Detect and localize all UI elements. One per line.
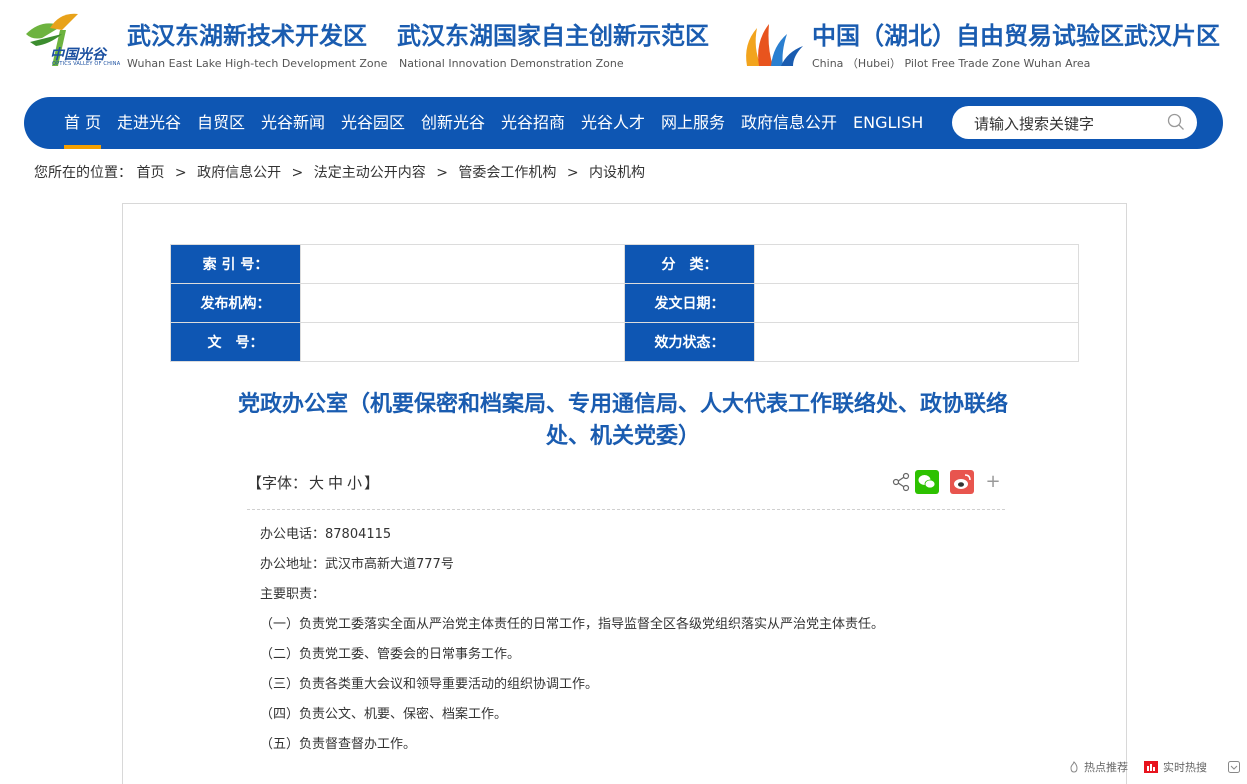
meta-value-index	[300, 244, 625, 284]
meta-row: 文 号： 效力状态：	[170, 322, 1079, 362]
divider	[247, 509, 1005, 510]
meta-label-status: 效力状态：	[624, 322, 755, 362]
weibo-share-icon[interactable]	[950, 470, 974, 494]
article-paragraph: 主要职责：	[260, 587, 326, 602]
meta-label-category: 分 类：	[624, 244, 755, 284]
article-paragraph: （二）负责党工委、管委会的日常事务工作。	[260, 647, 521, 662]
zone-name-en: National Innovation Demonstration Zone	[399, 57, 624, 70]
breadcrumb-link-internal[interactable]: 内设机构	[589, 165, 645, 181]
hot-recommend-icon	[1070, 761, 1078, 773]
nav-parks[interactable]: 光谷园区	[341, 97, 405, 149]
zone-innovation: 武汉东湖国家自主创新示范区 National Innovation Demons…	[397, 22, 709, 72]
nav-about[interactable]: 走进光谷	[117, 97, 181, 149]
font-medium-button[interactable]: 中	[328, 474, 343, 492]
breadcrumb: 您所在的位置： 首页 > 政府信息公开 > 法定主动公开内容 > 管委会工作机构…	[34, 162, 645, 182]
zone-name-en: Wuhan East Lake High-tech Development Zo…	[127, 57, 388, 70]
nav-talent[interactable]: 光谷人才	[581, 97, 645, 149]
search-icon[interactable]	[1167, 113, 1185, 131]
nav-investment[interactable]: 光谷招商	[501, 97, 565, 149]
breadcrumb-separator: >	[436, 165, 448, 181]
site-header: 中国光谷 OPTICS VALLEY OF CHINA 武汉东湖新技术开发区 W…	[0, 0, 1247, 92]
article-paragraph: （一）负责党工委落实全面从严治党主体责任的日常工作，指导监督全区各级党组织落实从…	[260, 617, 885, 632]
meta-value-category	[754, 244, 1079, 284]
nav-online-service[interactable]: 网上服务	[661, 97, 725, 149]
breadcrumb-separator: >	[566, 165, 579, 181]
meta-row: 索 引 号： 分 类：	[170, 244, 1079, 284]
meta-label-date: 发文日期：	[624, 283, 755, 323]
article-title: 党政办公室（机要保密和档案局、专用通信局、人大代表工作联络处、政协联络 处、机关…	[183, 389, 1063, 453]
font-selector-prefix: 【字体：	[247, 474, 308, 492]
meta-label-doc-number: 文 号：	[170, 322, 301, 362]
nav-news[interactable]: 光谷新闻	[261, 97, 325, 149]
zone-name-cn: 中国（湖北）自由贸易试验区武汉片区	[812, 22, 1220, 50]
share-more-button[interactable]: +	[981, 470, 1005, 494]
zone-east-lake: 武汉东湖新技术开发区 Wuhan East Lake High-tech Dev…	[127, 22, 387, 72]
article-paragraph: 办公电话：87804115	[260, 527, 392, 542]
document-meta-table: 索 引 号： 分 类： 发布机构： 发文日期： 文 号： 效力状态：	[170, 244, 1079, 362]
breadcrumb-link-committee[interactable]: 管委会工作机构	[458, 165, 556, 181]
optics-valley-logo-subtext: OPTICS VALLEY OF CHINA	[52, 61, 121, 67]
meta-value-status	[754, 322, 1079, 362]
article-paragraph: 办公地址：武汉市高新大道777号	[260, 557, 454, 572]
article-body: 办公电话：87804115 办公地址：武汉市高新大道777号 主要职责： （一）…	[260, 524, 1020, 764]
zone-name-cn: 武汉东湖国家自主创新示范区	[397, 22, 709, 50]
article-title-line: 处、机关党委）	[545, 424, 700, 449]
zone-name-en: China （Hubei） Pilot Free Trade Zone Wuha…	[812, 57, 1091, 70]
main-nav: 首 页 走进光谷 自贸区 光谷新闻 光谷园区 创新光谷 光谷招商 光谷人才 网上…	[24, 97, 1223, 149]
free-trade-zone-logo-icon	[746, 24, 803, 66]
breadcrumb-prefix: 您所在的位置：	[34, 165, 132, 181]
breadcrumb-separator: >	[174, 165, 187, 181]
article-paragraph: （三）负责各类重大会议和领导重要活动的组织协调工作。	[260, 677, 599, 692]
meta-label-publisher: 发布机构：	[170, 283, 301, 323]
share-icon[interactable]	[889, 470, 913, 494]
nav-home[interactable]: 首 页	[64, 97, 102, 149]
article-paragraph: （四）负责公文、机要、保密、档案工作。	[260, 707, 508, 722]
nav-free-trade[interactable]: 自贸区	[197, 97, 245, 149]
meta-value-date	[754, 283, 1079, 323]
content-panel: 索 引 号： 分 类： 发布机构： 发文日期： 文 号： 效力状态： 党政办公室…	[122, 203, 1127, 784]
nav-english[interactable]: ENGLISH	[853, 97, 923, 149]
font-large-button[interactable]: 大	[309, 474, 324, 492]
zone-free-trade: 中国（湖北）自由贸易试验区武汉片区 China （Hubei） Pilot Fr…	[812, 22, 1220, 72]
wechat-share-icon[interactable]	[915, 470, 939, 494]
zone-name-cn: 武汉东湖新技术开发区	[127, 22, 367, 50]
nav-innovation[interactable]: 创新光谷	[421, 97, 485, 149]
font-selector-suffix: 】	[364, 474, 380, 492]
font-size-selector: 【字体：大中小】	[247, 472, 379, 493]
meta-row: 发布机构： 发文日期：	[170, 283, 1079, 323]
search-box	[952, 106, 1197, 139]
collapse-icon[interactable]	[1228, 761, 1240, 773]
breadcrumb-link-home[interactable]: 首页	[136, 165, 164, 181]
meta-value-doc-number	[300, 322, 625, 362]
nav-gov-info[interactable]: 政府信息公开	[741, 97, 837, 149]
breadcrumb-link-statutory[interactable]: 法定主动公开内容	[314, 165, 426, 181]
meta-value-publisher	[300, 283, 625, 323]
search-input[interactable]	[972, 111, 1166, 137]
breadcrumb-separator: >	[291, 165, 304, 181]
font-small-button[interactable]: 小	[347, 474, 362, 492]
article-paragraph: （五）负责督查督办工作。	[260, 737, 417, 752]
article-title-line: 党政办公室（机要保密和档案局、专用通信局、人大代表工作联络处、政协联络	[237, 392, 1008, 417]
meta-label-index: 索 引 号：	[170, 244, 301, 284]
breadcrumb-link-gov-info[interactable]: 政府信息公开	[197, 165, 281, 181]
realtime-search-icon	[1144, 761, 1158, 773]
